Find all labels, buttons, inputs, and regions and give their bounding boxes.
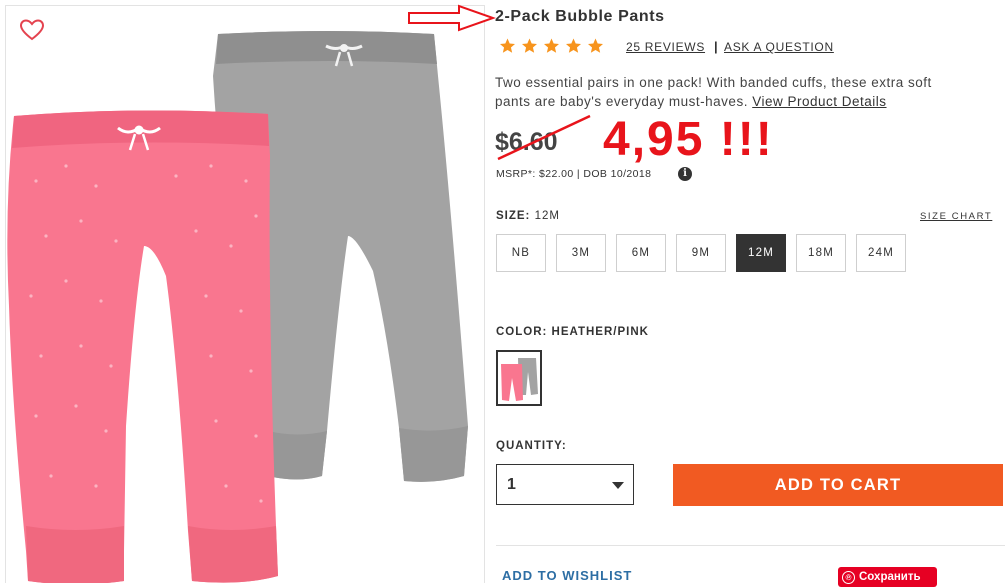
- star-icon: [588, 38, 603, 53]
- selected-size: 12M: [534, 210, 560, 222]
- pink-pants: [7, 110, 278, 583]
- new-price-annotation: 4,95 !!!: [603, 113, 774, 166]
- quantity-select[interactable]: 1: [496, 464, 634, 505]
- size-option-18m[interactable]: 18M: [796, 234, 846, 272]
- size-option-12m[interactable]: 12M: [736, 234, 786, 272]
- size-options: NB 3M 6M 9M 12M 18M 24M: [496, 234, 906, 272]
- info-icon[interactable]: i: [678, 167, 692, 181]
- star-icon: [544, 38, 559, 53]
- quantity-label: QUANTITY:: [496, 440, 567, 452]
- swatch-thumbnail: [501, 358, 538, 401]
- star-icon: [566, 38, 581, 53]
- star-icon: [500, 38, 515, 53]
- size-label: SIZE: 12M: [496, 210, 560, 222]
- product-description: Two essential pairs in one pack! With ba…: [495, 73, 965, 111]
- price-strikethrough: [497, 114, 591, 161]
- pinterest-save-label: Сохранить: [859, 571, 921, 583]
- add-to-cart-button[interactable]: ADD TO CART: [673, 464, 1003, 506]
- size-option-6m[interactable]: 6M: [616, 234, 666, 272]
- link-separator: |: [714, 39, 718, 54]
- color-swatch-heather-pink[interactable]: [496, 350, 542, 406]
- add-to-wishlist-link[interactable]: ADD TO WISHLIST: [502, 568, 632, 583]
- divider: [496, 545, 1005, 546]
- color-label: COLOR: HEATHER/PINK: [496, 326, 649, 338]
- size-option-3m[interactable]: 3M: [556, 234, 606, 272]
- msrp-text: MSRP*: $22.00 | DOB 10/2018: [496, 168, 652, 180]
- reviews-link[interactable]: 25 REVIEWS: [626, 40, 705, 54]
- quantity-value: 1: [507, 476, 516, 493]
- heart-outline-icon[interactable]: [19, 18, 45, 42]
- size-option-9m[interactable]: 9M: [676, 234, 726, 272]
- red-arrow-annotation: [408, 4, 497, 32]
- view-details-link[interactable]: View Product Details: [752, 94, 886, 109]
- size-option-nb[interactable]: NB: [496, 234, 546, 272]
- product-image[interactable]: [6, 6, 484, 583]
- product-title: 2-Pack Bubble Pants: [495, 8, 665, 25]
- star-icon: [522, 38, 537, 53]
- size-option-24m[interactable]: 24M: [856, 234, 906, 272]
- pinterest-save-button[interactable]: ℗ Сохранить: [838, 567, 937, 587]
- caret-down-icon: [612, 482, 624, 489]
- size-label-title: SIZE:: [496, 210, 531, 222]
- size-chart-link[interactable]: SIZE CHART: [920, 211, 992, 222]
- rating-stars: [497, 37, 606, 55]
- ask-question-link[interactable]: ASK A QUESTION: [724, 40, 834, 54]
- product-image-panel: [5, 5, 485, 583]
